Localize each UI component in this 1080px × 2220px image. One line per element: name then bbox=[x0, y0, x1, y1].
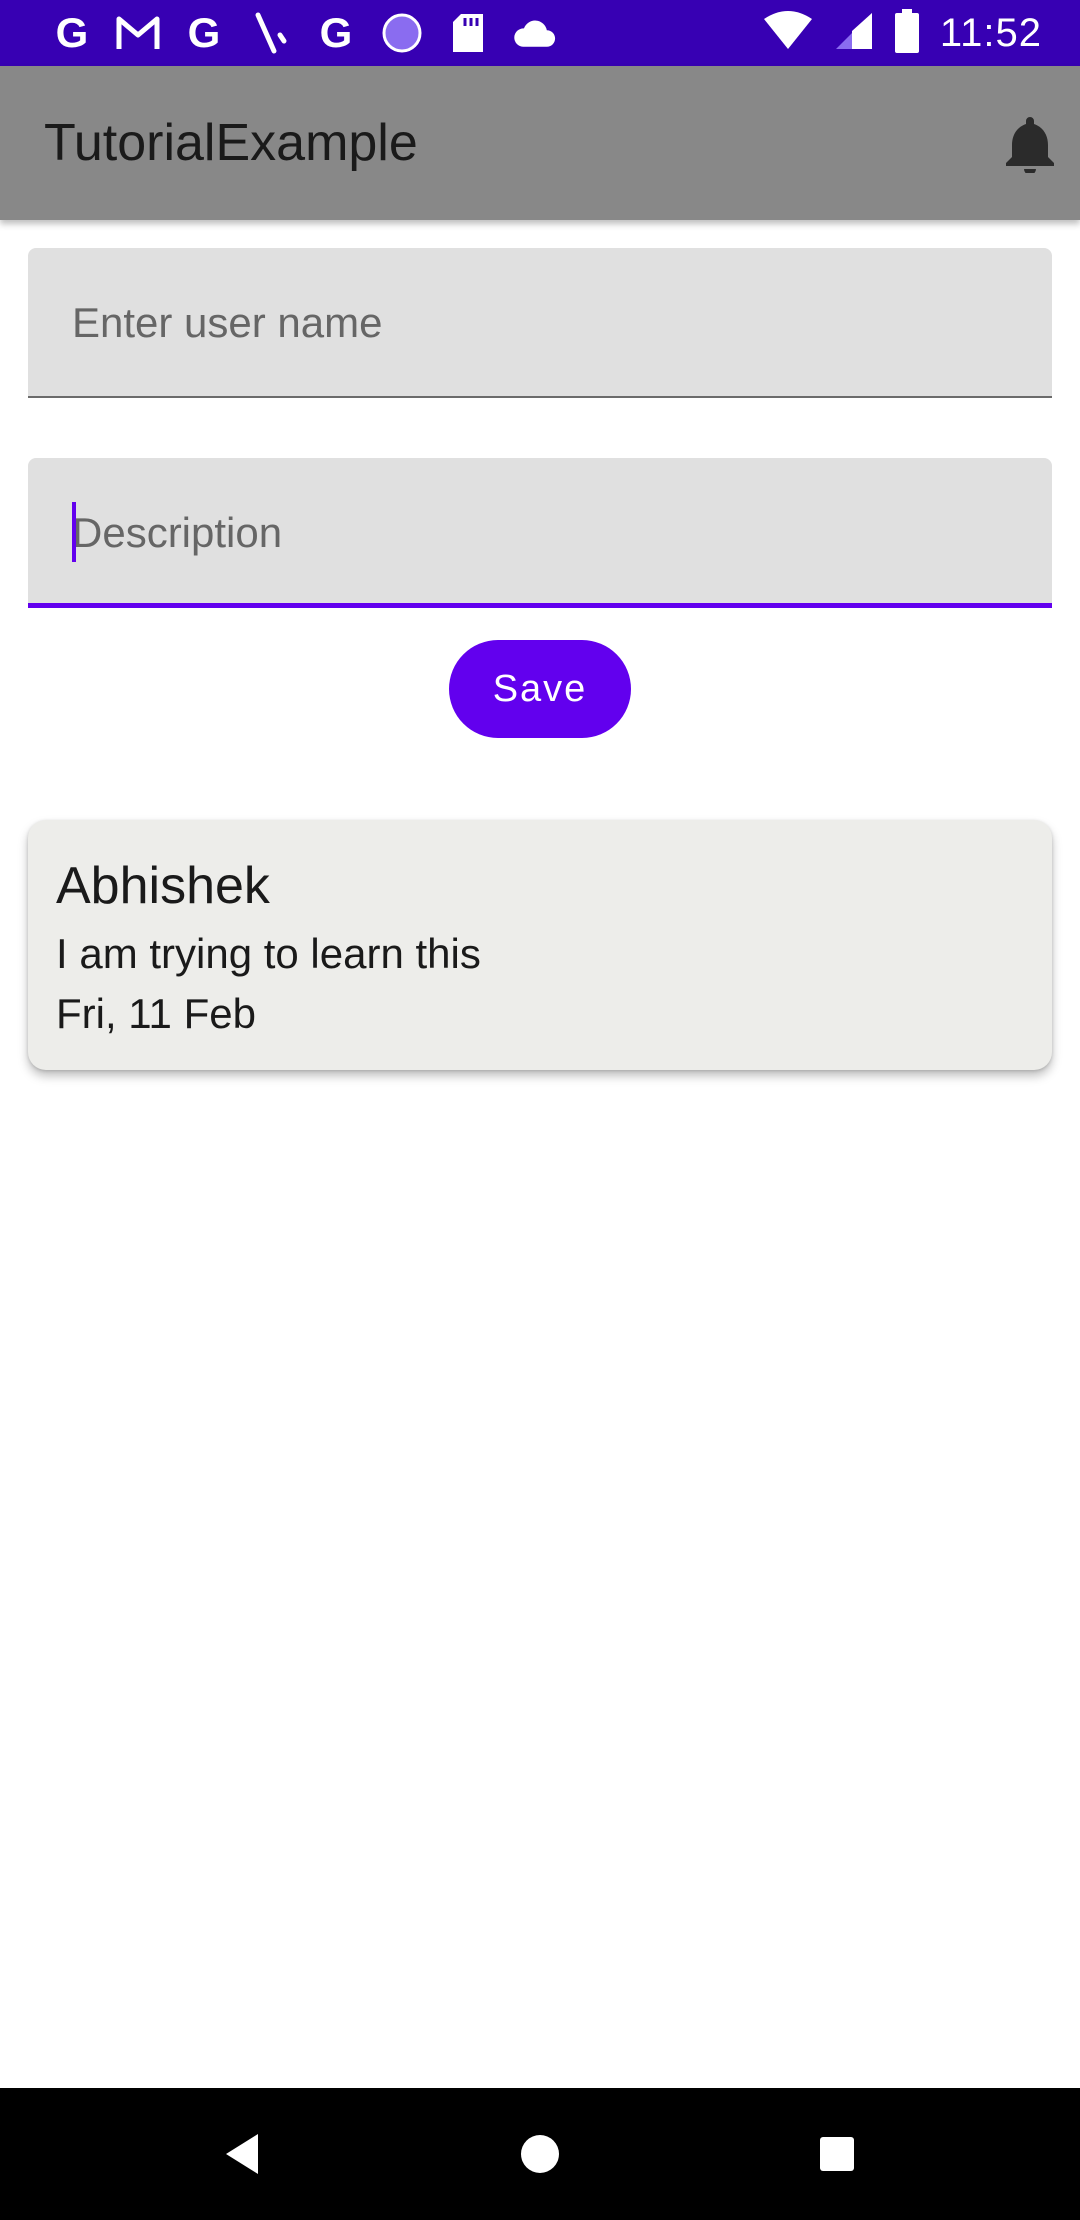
description-field[interactable]: Description bbox=[28, 458, 1052, 608]
gmail-icon bbox=[116, 11, 160, 55]
signal-tool-icon bbox=[248, 11, 292, 55]
username-underline bbox=[28, 396, 1052, 398]
home-icon[interactable] bbox=[512, 2126, 568, 2182]
navigation-bar bbox=[0, 2088, 1080, 2220]
entry-description: I am trying to learn this bbox=[56, 930, 481, 977]
sync-circle-icon bbox=[380, 11, 424, 55]
entry-card[interactable]: Abhishek I am trying to learn this Fri, … bbox=[28, 820, 1052, 1070]
save-button[interactable]: Save bbox=[449, 640, 631, 738]
google-icon: G bbox=[187, 9, 221, 56]
description-underline bbox=[28, 603, 1052, 608]
google-icon: G bbox=[55, 9, 89, 56]
google-icon: G bbox=[319, 9, 353, 56]
notification-icons: G G G bbox=[50, 0, 556, 66]
username-field[interactable]: Enter user name bbox=[28, 248, 1052, 398]
recents-icon[interactable] bbox=[809, 2126, 865, 2182]
battery-icon bbox=[894, 8, 920, 58]
text-cursor bbox=[72, 502, 76, 562]
entry-name: Abhishek bbox=[56, 857, 270, 915]
status-bar: G G G 11:52 bbox=[0, 0, 1080, 66]
app-bar: TutorialExample bbox=[0, 66, 1080, 220]
clock: 11:52 bbox=[939, 10, 1042, 55]
cloud-icon bbox=[512, 11, 556, 55]
entry-date: Fri, 11 Feb bbox=[56, 990, 256, 1037]
cell-signal-icon bbox=[834, 11, 874, 56]
back-icon[interactable] bbox=[214, 2126, 270, 2182]
system-icons: 11:52 bbox=[762, 0, 1042, 66]
bell-icon[interactable] bbox=[1000, 113, 1060, 175]
description-placeholder: Description bbox=[72, 509, 283, 556]
sd-card-icon bbox=[446, 11, 490, 55]
app-title: TutorialExample bbox=[44, 114, 418, 172]
username-placeholder: Enter user name bbox=[72, 299, 383, 346]
wifi-icon bbox=[762, 10, 814, 56]
